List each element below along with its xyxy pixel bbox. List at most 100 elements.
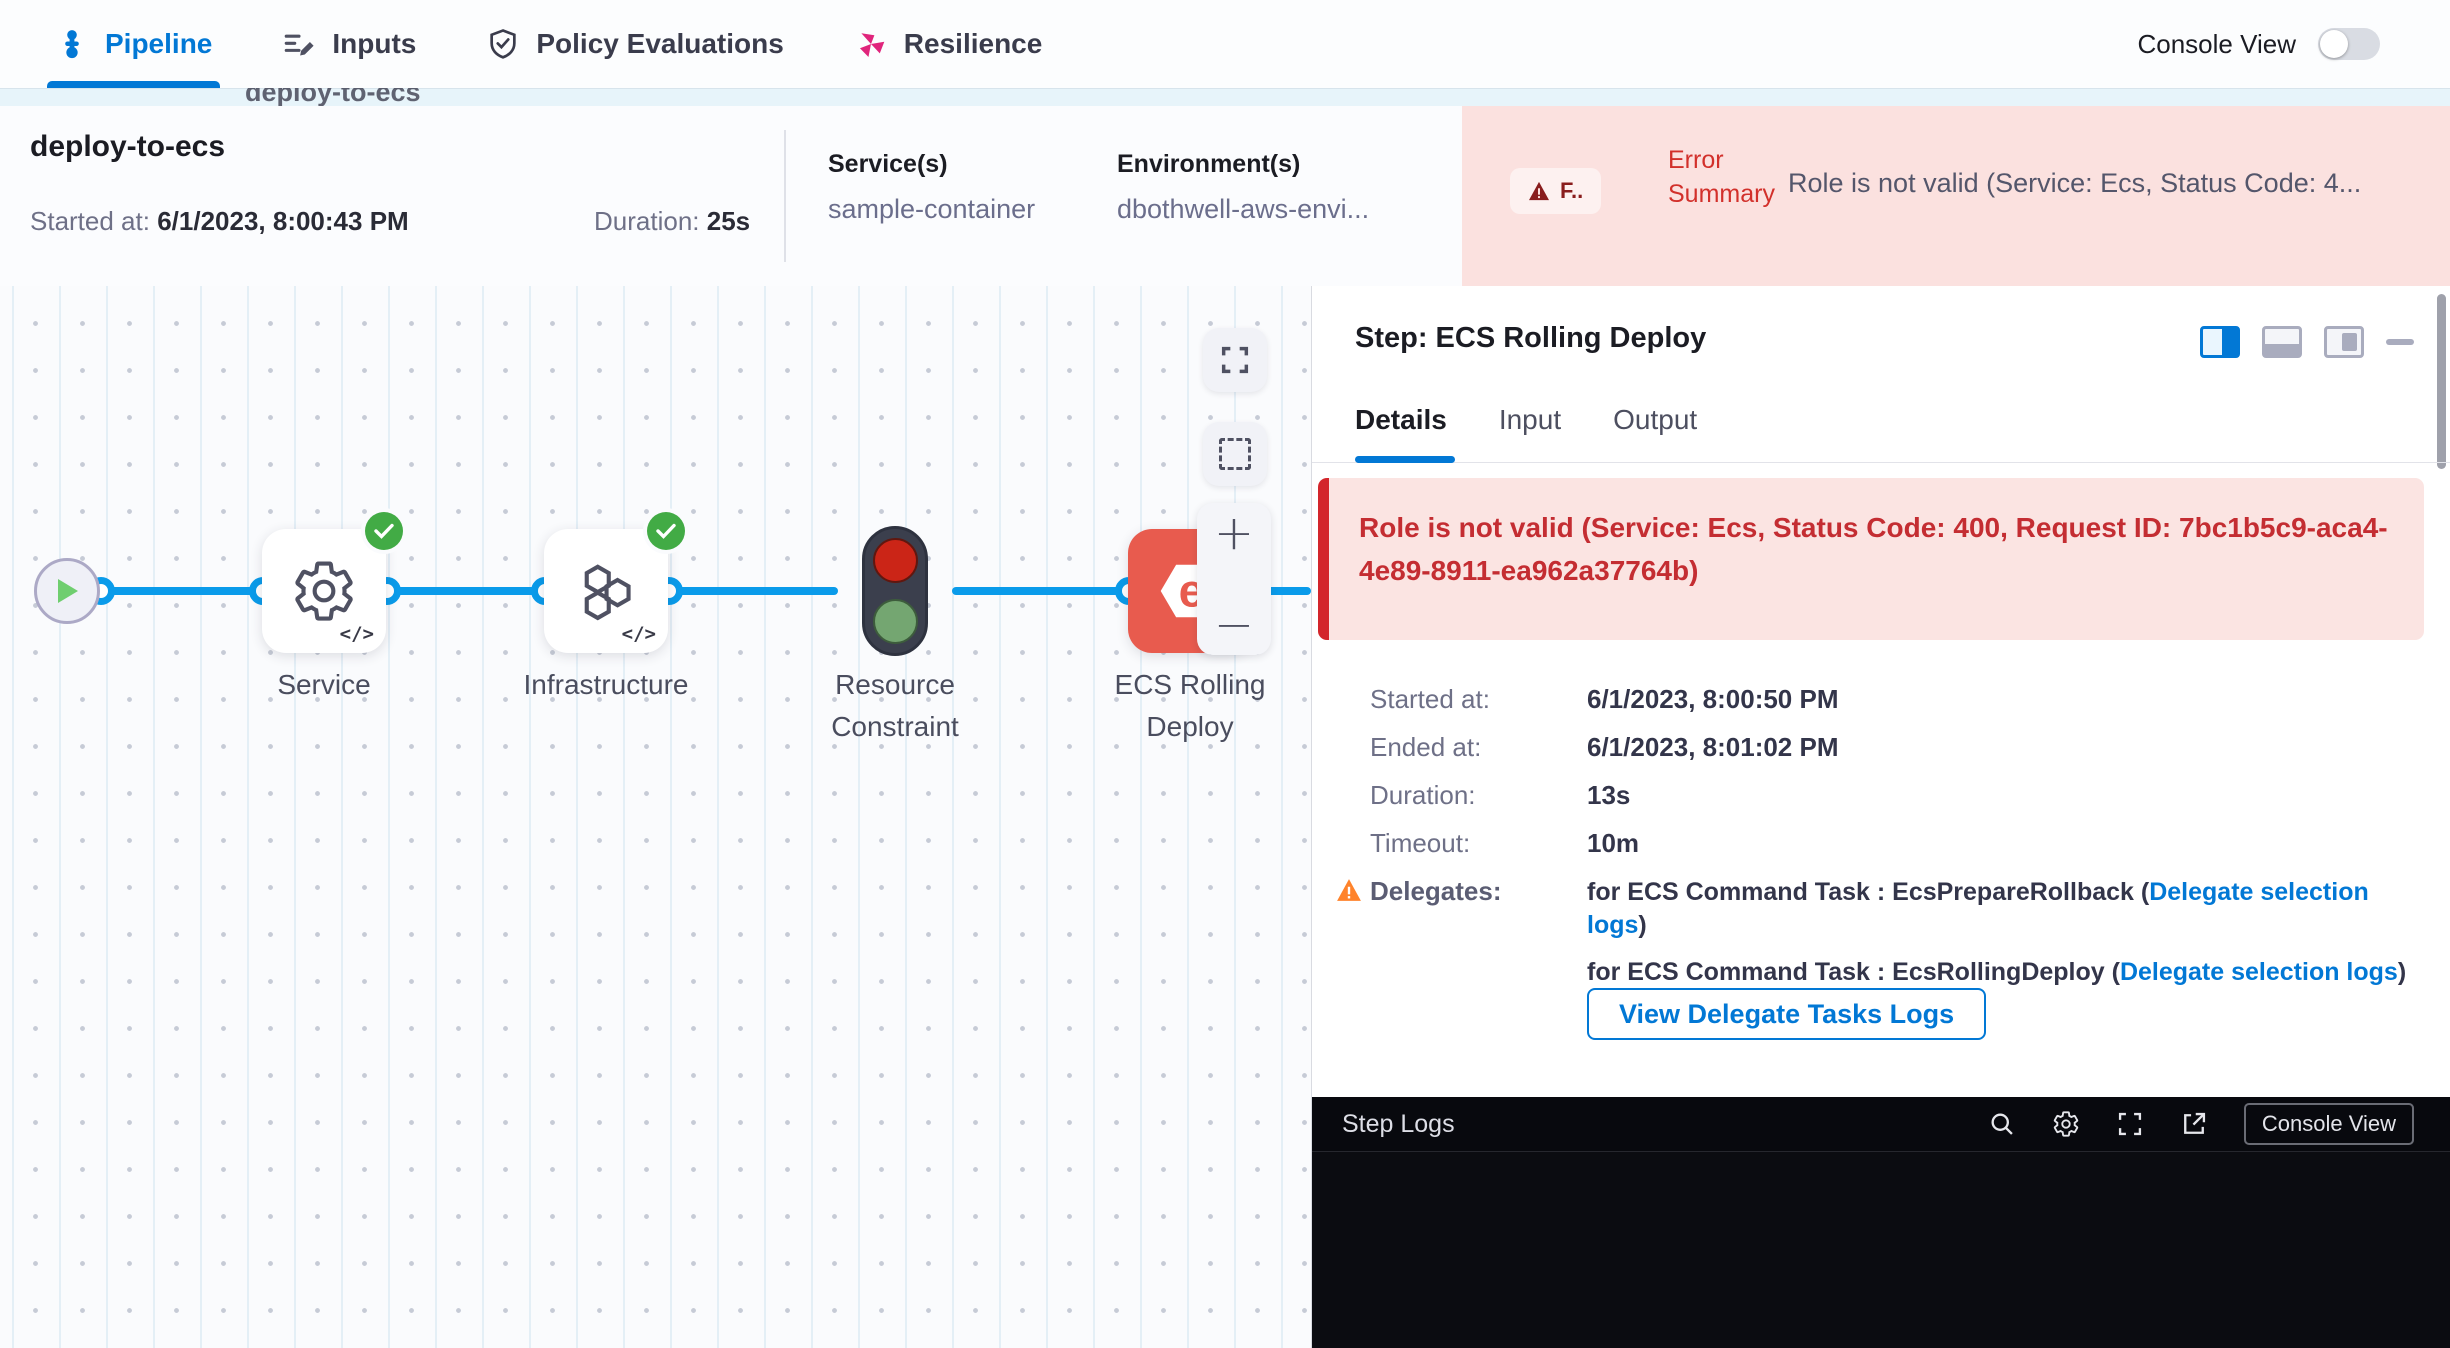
ended-label: Ended at: [1370, 732, 1481, 763]
canvas-selection-button[interactable] [1203, 422, 1267, 486]
node-infrastructure[interactable]: </> [544, 529, 668, 653]
traffic-light-green [873, 599, 918, 644]
layout-right-split-button[interactable] [2200, 326, 2240, 358]
main-content: </> Service </> Infrastructure [0, 286, 2450, 1348]
timeout-label: Timeout: [1370, 828, 1470, 859]
console-view-control: Console View [2137, 28, 2450, 60]
node-label-ecs-rolling-deploy: ECS Rolling Deploy [1070, 664, 1310, 748]
detail-row-timeout: Timeout: 10m [1312, 828, 2430, 862]
top-nav: Pipeline Inputs Policy Evaluations [0, 0, 2450, 88]
detail-row-started: Started at: 6/1/2023, 8:00:50 PM [1312, 684, 2430, 718]
duration-value: 13s [1587, 780, 1630, 811]
edge-constraint-ecs [952, 587, 1128, 595]
started-label: Started at: [1370, 684, 1490, 715]
status-badge: F.. [1510, 168, 1601, 214]
tab-resilience[interactable]: Resilience [854, 0, 1043, 88]
tab-details[interactable]: Details [1355, 404, 1447, 436]
node-resource-constraint[interactable] [862, 526, 928, 656]
timeout-value: 10m [1587, 828, 1639, 859]
node-service[interactable]: </> [262, 529, 386, 653]
success-check-badge [365, 512, 403, 550]
open-in-new-icon[interactable] [2180, 1110, 2208, 1138]
step-panel-title: Step: ECS Rolling Deploy [1355, 322, 1706, 355]
status-badge-label: F.. [1560, 178, 1583, 204]
step-logs-title: Step Logs [1342, 1110, 1455, 1139]
execution-header: deploy-to-ecs Started at: 6/1/2023, 8:00… [0, 106, 2450, 286]
start-node[interactable] [34, 558, 100, 624]
step-logs-actions: Console View [1988, 1103, 2450, 1145]
started-at: Started at: 6/1/2023, 8:00:43 PM [30, 206, 409, 237]
node-label-resource-constraint: Resource Constraint [775, 664, 1015, 748]
panel-scrollbar[interactable] [2437, 294, 2446, 469]
delegate-2-suffix: ) [2398, 958, 2406, 986]
step-logs-area: Fetch Manifests Prepare Rollback Data 6s [1312, 1152, 2450, 1348]
duration: Duration: 25s [594, 206, 750, 237]
step-details-panel: Step: ECS Rolling Deploy Details Input O… [1311, 286, 2450, 1348]
failed-warning-icon [1528, 181, 1550, 201]
environments-label: Environment(s) [1117, 150, 1300, 179]
active-step-tab-underline [1355, 456, 1455, 463]
node-label-infrastructure: Infrastructure [486, 664, 726, 706]
logs-console-view-button[interactable]: Console View [2244, 1103, 2414, 1145]
layout-bottom-split-button[interactable] [2262, 326, 2302, 358]
delegates-info: for ECS Command Task : EcsPrepareRollbac… [1587, 876, 2421, 989]
tab-input[interactable]: Input [1499, 404, 1561, 436]
traffic-light-red [873, 538, 918, 583]
zoom-in-button[interactable]: + [1214, 509, 1254, 557]
layout-floating-button[interactable] [2324, 326, 2364, 358]
tab-pipeline[interactable]: Pipeline [55, 0, 212, 88]
canvas-fullscreen-button[interactable] [1203, 328, 1267, 392]
edge-start-service [100, 587, 262, 595]
started-value: 6/1/2023, 8:00:50 PM [1587, 684, 1839, 715]
clipped-pipeline-name: deploy-to-ecs [245, 88, 421, 106]
play-icon [54, 577, 80, 605]
view-delegate-tasks-logs-button[interactable]: View Delegate Tasks Logs [1587, 988, 1986, 1040]
console-view-label: Console View [2137, 29, 2296, 60]
tab-policy-evaluations[interactable]: Policy Evaluations [486, 0, 783, 88]
environments-value[interactable]: dbothwell-aws-envi... [1117, 194, 1369, 225]
detail-row-delegates: Delegates: for ECS Command Task : EcsPre… [1312, 876, 2430, 986]
pipeline-canvas[interactable]: </> Service </> Infrastructure [0, 286, 1311, 1348]
error-summary-section: F.. Error Summary Role is not valid (Ser… [1462, 106, 2450, 286]
tab-resilience-label: Resilience [904, 28, 1043, 60]
check-icon [374, 523, 394, 539]
shield-check-icon [486, 27, 520, 61]
active-tab-underline [47, 81, 220, 88]
code-glyph: </> [622, 623, 656, 645]
panel-layout-controls [2200, 326, 2414, 358]
app-window: Pipeline Inputs Policy Evaluations [0, 0, 2450, 1348]
tabs-divider [1312, 462, 2450, 463]
tab-inputs-label: Inputs [332, 28, 416, 60]
error-summary-text: Role is not valid (Service: Ecs, Status … [1788, 168, 2440, 199]
console-view-toggle[interactable] [2318, 28, 2380, 60]
header-divider [784, 130, 786, 262]
tab-output[interactable]: Output [1613, 404, 1697, 436]
gear-icon [291, 558, 357, 624]
tab-inputs[interactable]: Inputs [282, 0, 416, 88]
minimize-panel-button[interactable] [2386, 339, 2414, 345]
started-at-label: Started at: [30, 206, 150, 236]
services-label: Service(s) [828, 150, 948, 179]
delegate-2-selection-logs-link[interactable]: Delegate selection logs [2120, 958, 2398, 986]
delegate-1-suffix: ) [1638, 911, 1646, 939]
services-value[interactable]: sample-container [828, 194, 1035, 225]
inputs-icon [282, 27, 316, 61]
edge-service-infrastructure [386, 587, 544, 595]
delegates-warning-icon [1336, 878, 1362, 902]
check-icon [656, 523, 676, 539]
success-check-badge [647, 512, 685, 550]
step-error-banner: Role is not valid (Service: Ecs, Status … [1318, 478, 2424, 640]
delegate-line-1: for ECS Command Task : EcsPrepareRollbac… [1587, 876, 2421, 942]
node-label-service: Service [204, 664, 444, 706]
resilience-icon [854, 27, 888, 61]
tab-policy-evaluations-label: Policy Evaluations [536, 28, 783, 60]
error-summary-label: Error Summary [1668, 144, 1798, 212]
nav-tabs: Pipeline Inputs Policy Evaluations [0, 0, 1042, 88]
zoom-out-button[interactable]: − [1214, 601, 1254, 649]
logs-fullscreen-icon[interactable] [2116, 1110, 2144, 1138]
search-icon[interactable] [1988, 1110, 2016, 1138]
hexagons-icon [573, 558, 639, 624]
code-glyph: </> [340, 623, 374, 645]
pipeline-icon [55, 27, 89, 61]
log-settings-gear-icon[interactable] [2052, 1110, 2080, 1138]
